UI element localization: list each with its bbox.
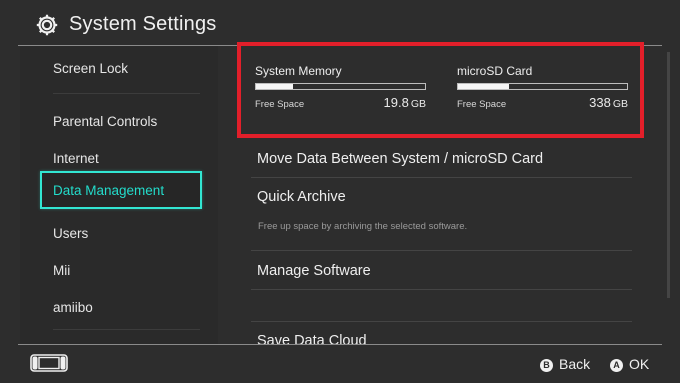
microsd-card-info: microSD Card Free Space 338 GB bbox=[457, 64, 632, 110]
menu-divider bbox=[251, 250, 632, 251]
ok-button[interactable]: A OK bbox=[610, 356, 649, 372]
storage-highlight-box: System Memory Free Space 19.8 GB microSD … bbox=[237, 42, 644, 138]
sidebar-item-label: Mii bbox=[53, 263, 71, 278]
storage-usage-bar bbox=[255, 83, 426, 90]
free-space-label: Free Space bbox=[457, 99, 507, 110]
sidebar-item-data-management[interactable]: Data Management bbox=[40, 171, 202, 209]
footer-bar: B Back A OK bbox=[0, 345, 680, 383]
free-space-value: 338 GB bbox=[589, 95, 628, 110]
back-button[interactable]: B Back bbox=[540, 356, 590, 372]
b-button-icon: B bbox=[540, 359, 553, 372]
quick-archive-description: Free up space by archiving the selected … bbox=[258, 221, 468, 232]
storage-name: System Memory bbox=[255, 64, 342, 78]
sidebar-item-mii[interactable]: Mii bbox=[20, 256, 218, 286]
manage-software-option[interactable]: Manage Software bbox=[257, 263, 371, 279]
sidebar-item-label: Screen Lock bbox=[53, 61, 129, 76]
a-button-icon: A bbox=[610, 359, 623, 372]
main-panel: System Memory Free Space 19.8 GB microSD … bbox=[218, 42, 680, 349]
quick-archive-option[interactable]: Quick Archive bbox=[257, 189, 346, 205]
console-icon bbox=[30, 354, 68, 372]
sidebar-item-label: Users bbox=[53, 226, 89, 241]
sidebar-divider bbox=[53, 329, 200, 330]
storage-name: microSD Card bbox=[457, 64, 533, 78]
sidebar-item-label: Internet bbox=[53, 151, 99, 166]
sidebar-item-parental-controls[interactable]: Parental Controls bbox=[20, 107, 218, 137]
free-space-label: Free Space bbox=[255, 99, 305, 110]
sidebar-item-amiibo[interactable]: amiibo bbox=[20, 293, 218, 323]
menu-divider bbox=[251, 289, 632, 290]
menu-divider bbox=[251, 177, 632, 178]
sidebar-divider bbox=[53, 93, 200, 94]
sidebar-item-internet[interactable]: Internet bbox=[20, 144, 218, 174]
storage-usage-fill bbox=[256, 84, 294, 89]
header-bar: System Settings bbox=[0, 0, 680, 46]
storage-usage-fill bbox=[458, 84, 509, 89]
free-space-value: 19.8 GB bbox=[383, 95, 426, 110]
move-data-option[interactable]: Move Data Between System / microSD Card bbox=[257, 151, 543, 167]
gear-icon bbox=[36, 14, 58, 36]
scrollbar[interactable] bbox=[667, 52, 670, 298]
sidebar: Screen Lock Parental Controls Internet D… bbox=[20, 46, 218, 344]
sidebar-item-label: Data Management bbox=[53, 183, 165, 198]
sidebar-item-screen-lock[interactable]: Screen Lock bbox=[20, 54, 218, 84]
page-title: System Settings bbox=[69, 13, 217, 35]
system-memory-info: System Memory Free Space 19.8 GB bbox=[255, 64, 430, 110]
sidebar-item-label: amiibo bbox=[53, 300, 93, 315]
sidebar-item-label: Parental Controls bbox=[53, 114, 158, 129]
menu-divider bbox=[251, 321, 632, 322]
sidebar-item-users[interactable]: Users bbox=[20, 219, 218, 249]
storage-usage-bar bbox=[457, 83, 628, 90]
